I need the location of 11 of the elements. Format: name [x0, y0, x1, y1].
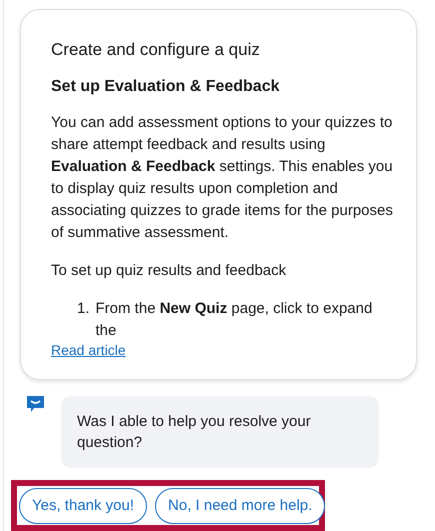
step-text: From the New Quiz page, click to expand the: [96, 299, 374, 341]
section-heading: Set up Evaluation & Feedback: [51, 78, 280, 96]
article-title: Create and configure a quiz: [51, 40, 261, 60]
step-number: 1.: [77, 299, 90, 319]
reply-button[interactable]: No, I need more help.: [155, 488, 326, 524]
article-paragraph: To set up quiz results and feedback: [51, 261, 288, 281]
read-article-link[interactable]: Read article: [51, 342, 126, 358]
chat-message: Was I able to help you resolve your question?: [61, 396, 379, 468]
reply-button[interactable]: Yes, thank you!: [19, 488, 148, 524]
chat-bubble-icon: [27, 396, 44, 412]
article-paragraph: You can add assessment options to your quizzes to share attempt feedback and results using Evaluation & Feedback settings. This enables you to display quiz results upon completion and associating quizzes to grade items for the purposes of summative assessment.: [51, 113, 394, 243]
